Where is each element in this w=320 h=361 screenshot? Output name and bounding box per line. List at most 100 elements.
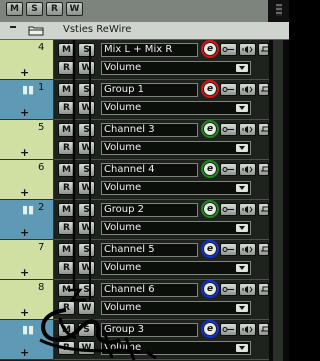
send-button[interactable] xyxy=(258,163,272,176)
send-button[interactable] xyxy=(258,123,272,136)
global-solo-button[interactable]: S xyxy=(26,2,43,16)
send-button[interactable] xyxy=(258,43,272,56)
solo-button[interactable]: S xyxy=(78,323,95,337)
edit-channel-button[interactable]: e xyxy=(203,42,217,56)
track-name-field[interactable]: Channel 4 xyxy=(101,163,198,177)
track-name-field[interactable]: Group 3 xyxy=(101,323,198,337)
automation-parameter-select[interactable]: Volume xyxy=(101,221,251,235)
automation-parameter-select[interactable]: Volume xyxy=(101,341,251,355)
write-automation-button[interactable]: W xyxy=(78,261,95,275)
edit-channel-button[interactable]: e xyxy=(203,242,217,256)
mute-button[interactable]: M xyxy=(58,203,75,217)
track-name-field[interactable]: Mix L + Mix R xyxy=(101,43,198,57)
track-scrollbar[interactable] xyxy=(269,40,289,361)
write-automation-button[interactable]: W xyxy=(78,101,95,115)
input-monitor-button[interactable] xyxy=(220,323,237,336)
global-write-button[interactable]: W xyxy=(66,2,83,16)
track-color-strip[interactable]: 6 + xyxy=(0,160,54,200)
chevron-down-icon[interactable] xyxy=(236,304,248,312)
automation-parameter-select[interactable]: Volume xyxy=(101,261,251,275)
track-color-strip[interactable]: ▮▮ 1 + xyxy=(0,80,54,120)
plus-icon[interactable]: + xyxy=(20,267,29,278)
track-row[interactable]: 8 + M S R W Channel 6 e Volume xyxy=(0,280,289,320)
insert-bypass-button[interactable] xyxy=(239,163,256,176)
solo-button[interactable]: S xyxy=(78,243,95,257)
mute-button[interactable]: M xyxy=(58,123,75,137)
track-color-strip[interactable]: 4 + xyxy=(0,40,54,80)
insert-bypass-button[interactable] xyxy=(239,203,256,216)
insert-bypass-button[interactable] xyxy=(239,43,256,56)
send-button[interactable] xyxy=(258,203,272,216)
plus-icon[interactable]: + xyxy=(20,347,29,358)
insert-bypass-button[interactable] xyxy=(239,83,256,96)
edit-channel-button[interactable]: e xyxy=(203,322,217,336)
input-monitor-button[interactable] xyxy=(220,123,237,136)
track-color-strip[interactable]: 7 + xyxy=(0,240,54,280)
scroll-thumb[interactable] xyxy=(273,40,283,361)
edit-channel-button[interactable]: e xyxy=(203,122,217,136)
solo-button[interactable]: S xyxy=(78,163,95,177)
insert-bypass-button[interactable] xyxy=(239,283,256,296)
track-row[interactable]: ▮▮ + M S R W Group 3 e Volume xyxy=(0,320,289,360)
automation-parameter-select[interactable]: Volume xyxy=(101,61,251,75)
read-automation-button[interactable]: R xyxy=(58,261,75,275)
edit-channel-button[interactable]: e xyxy=(203,162,217,176)
read-automation-button[interactable]: R xyxy=(58,341,75,355)
read-automation-button[interactable]: R xyxy=(58,221,75,235)
track-row[interactable]: ▮▮ 1 + M S R W Group 1 e Volume xyxy=(0,80,289,120)
track-color-strip[interactable]: ▮▮ + xyxy=(0,320,54,360)
automation-parameter-select[interactable]: Volume xyxy=(101,141,251,155)
solo-button[interactable]: S xyxy=(78,283,95,297)
input-monitor-button[interactable] xyxy=(220,203,237,216)
global-mute-button[interactable]: M xyxy=(6,2,23,16)
solo-button[interactable]: S xyxy=(78,123,95,137)
insert-bypass-button[interactable] xyxy=(239,123,256,136)
track-color-strip[interactable]: 5 + xyxy=(0,120,54,160)
read-automation-button[interactable]: R xyxy=(58,301,75,315)
send-button[interactable] xyxy=(258,323,272,336)
toolbar-resize-handle[interactable] xyxy=(268,0,289,22)
insert-bypass-button[interactable] xyxy=(239,323,256,336)
track-name-field[interactable]: Channel 6 xyxy=(101,283,198,297)
plus-icon[interactable]: + xyxy=(20,307,29,318)
write-automation-button[interactable]: W xyxy=(78,221,95,235)
mute-button[interactable]: M xyxy=(58,243,75,257)
mute-button[interactable]: M xyxy=(58,43,75,57)
chevron-down-icon[interactable] xyxy=(236,104,248,112)
mute-button[interactable]: M xyxy=(58,323,75,337)
send-button[interactable] xyxy=(258,83,272,96)
automation-parameter-select[interactable]: Volume xyxy=(101,181,251,195)
track-color-strip[interactable]: 8 + xyxy=(0,280,54,320)
mute-button[interactable]: M xyxy=(58,83,75,97)
read-automation-button[interactable]: R xyxy=(58,101,75,115)
read-automation-button[interactable]: R xyxy=(58,141,75,155)
plus-icon[interactable]: + xyxy=(20,107,29,118)
write-automation-button[interactable]: W xyxy=(78,181,95,195)
write-automation-button[interactable]: W xyxy=(78,141,95,155)
solo-button[interactable]: S xyxy=(78,203,95,217)
track-row[interactable]: 4 + M S R W Mix L + Mix Re Volume xyxy=(0,40,289,80)
track-name-field[interactable]: Group 2 xyxy=(101,203,198,217)
read-automation-button[interactable]: R xyxy=(58,61,75,75)
input-monitor-button[interactable] xyxy=(220,163,237,176)
solo-button[interactable]: S xyxy=(78,43,95,57)
input-monitor-button[interactable] xyxy=(220,43,237,56)
read-automation-button[interactable]: R xyxy=(58,181,75,195)
plus-icon[interactable]: + xyxy=(20,147,29,158)
chevron-down-icon[interactable] xyxy=(236,264,248,272)
chevron-down-icon[interactable] xyxy=(236,344,248,352)
mute-button[interactable]: M xyxy=(58,283,75,297)
send-button[interactable] xyxy=(258,243,272,256)
solo-button[interactable]: S xyxy=(78,83,95,97)
chevron-down-icon[interactable] xyxy=(236,144,248,152)
plus-icon[interactable]: + xyxy=(20,227,29,238)
send-button[interactable] xyxy=(258,283,272,296)
track-name-field[interactable]: Channel 3 xyxy=(101,123,198,137)
chevron-down-icon[interactable] xyxy=(236,64,248,72)
track-name-field[interactable]: Channel 5 xyxy=(101,243,198,257)
chevron-down-icon[interactable] xyxy=(236,184,248,192)
input-monitor-button[interactable] xyxy=(220,283,237,296)
edit-channel-button[interactable]: e xyxy=(203,282,217,296)
insert-bypass-button[interactable] xyxy=(239,243,256,256)
track-color-strip[interactable]: ▮▮ 2 + xyxy=(0,200,54,240)
